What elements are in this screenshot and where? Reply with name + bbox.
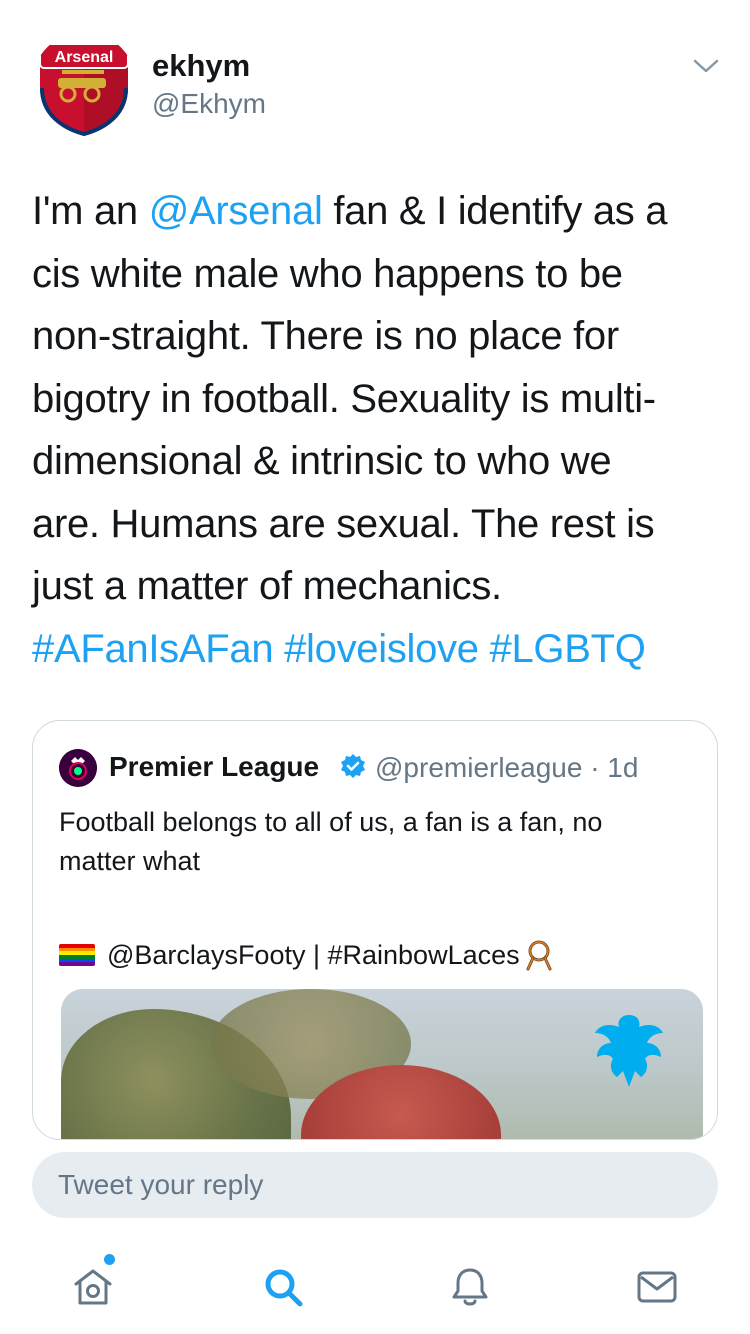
reply-input[interactable]: Tweet your reply <box>32 1152 718 1218</box>
rainbow-flag-icon <box>59 944 95 966</box>
barclays-eagle-icon <box>595 1015 663 1087</box>
quoted-author-name[interactable]: Premier League <box>109 751 319 783</box>
tab-messages[interactable] <box>634 1264 680 1310</box>
separator: | <box>305 940 328 970</box>
tweet-header: Arsenal ekhym @Ekhym <box>32 32 722 142</box>
tweet-text-segment <box>273 627 284 671</box>
tweet-text-line: #AFanIsAFan #loveislove #LGBTQ <box>32 618 722 681</box>
notifications-bell-icon <box>452 1268 488 1306</box>
tweet-options-chevron-down-icon[interactable] <box>692 52 720 80</box>
search-icon <box>265 1269 303 1307</box>
svg-text:Arsenal: Arsenal <box>55 49 114 66</box>
tab-home[interactable] <box>70 1264 116 1310</box>
messages-envelope-icon <box>637 1271 677 1303</box>
quoted-hashtag-line: @BarclaysFooty | #RainbowLaces <box>59 937 556 973</box>
tweet-text-segment: I'm an <box>32 189 149 233</box>
tweet-text-segment: cis white male who happens to be <box>32 251 623 296</box>
author-name[interactable]: ekhym <box>152 48 250 84</box>
tweet-text-line: bigotry in football. Sexuality is multi- <box>32 368 722 431</box>
tweet-text-segment: dimensional & intrinsic to who we <box>32 439 612 483</box>
tweet-text: I'm an @Arsenal fan & I identify as a cis… <box>32 180 722 680</box>
quoted-handle-time[interactable]: @premierleague · 1d <box>375 752 638 784</box>
tweet-text-segment <box>479 627 490 671</box>
mention-link[interactable]: @Arsenal <box>149 189 323 233</box>
quoted-tweet-text: Football belongs to all of us, a fan is … <box>59 803 699 881</box>
reply-placeholder: Tweet your reply <box>58 1169 264 1200</box>
rainbow-laces-icon <box>526 940 552 971</box>
tweet-text-line: non-straight. There is no place for <box>32 305 722 368</box>
tweet-text-line: dimensional & intrinsic to who we <box>32 430 722 493</box>
tweet-text-line: cis white male who happens to be <box>32 243 722 306</box>
author-avatar[interactable]: Arsenal <box>32 32 136 136</box>
tweet-text-segment: are. Humans are sexual. The rest is <box>32 501 655 546</box>
arsenal-crest-icon: Arsenal <box>32 32 136 136</box>
quoted-media-image[interactable] <box>61 989 703 1139</box>
tweet-text-segment: fan & I identify as a <box>322 189 668 233</box>
hashtag-link[interactable]: #AFanIsAFan <box>32 627 274 671</box>
tab-search[interactable] <box>260 1264 306 1310</box>
rainbowlaces-hashtag[interactable]: #RainbowLaces <box>328 937 520 973</box>
tweet-text-segment: just a matter of mechanics. <box>32 564 502 608</box>
bottom-tab-bar <box>0 1240 750 1334</box>
verified-badge-icon <box>339 753 367 781</box>
author-handle[interactable]: @Ekhym <box>152 88 266 120</box>
barclaysfooty-mention[interactable]: @BarclaysFooty <box>107 937 305 973</box>
tweet-text-segment: non-straight. There is no place for <box>32 314 619 358</box>
tweet-text-segment: bigotry in football. Sexuality is multi- <box>32 376 656 421</box>
quoted-text-line: matter what <box>59 846 201 876</box>
premier-league-avatar[interactable] <box>59 749 97 787</box>
tweet-text-line: are. Humans are sexual. The rest is <box>32 493 722 556</box>
home-notification-dot <box>104 1254 115 1265</box>
tab-notifications[interactable] <box>447 1264 493 1310</box>
quoted-text-line: Football belongs to all of us, a fan is … <box>59 807 603 837</box>
home-icon <box>74 1269 112 1305</box>
hashtag-link[interactable]: #LGBTQ <box>490 627 646 671</box>
hashtag-link[interactable]: #loveislove <box>284 627 479 671</box>
tweet-text-line: I'm an @Arsenal fan & I identify as a <box>32 180 722 243</box>
quoted-tweet-card[interactable]: Premier League @premierleague · 1d Footb… <box>32 720 718 1140</box>
premier-league-lion-icon <box>59 749 97 787</box>
tweet-text-line: just a matter of mechanics. <box>32 555 722 618</box>
